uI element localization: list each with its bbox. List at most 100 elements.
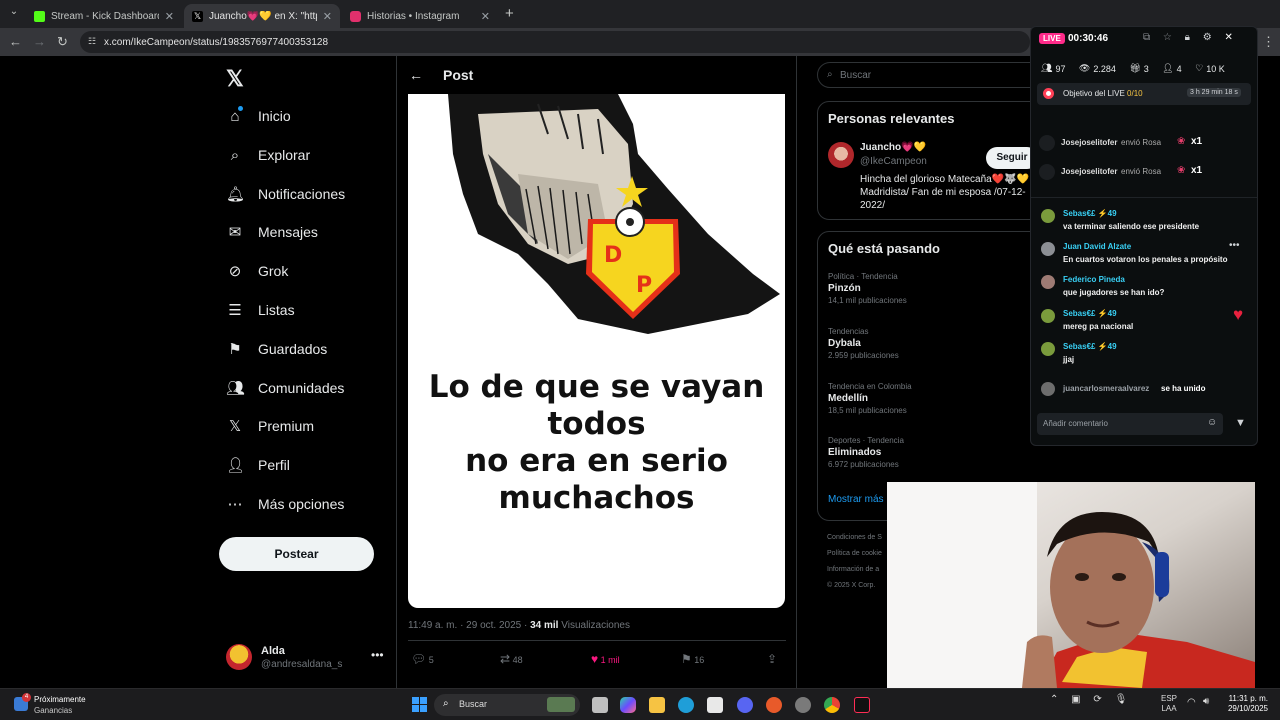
windows-start-icon[interactable] [412, 697, 427, 712]
trend-item[interactable]: Deportes · Tendencia Eliminados 6.972 pu… [828, 436, 904, 469]
like-button[interactable]: ♥ 1 mil [591, 652, 620, 666]
nav-item-premium[interactable]: 𝕏 Premium [226, 412, 314, 440]
reply-button[interactable]: 💬︎ 5 [411, 652, 434, 666]
weather-line1: Próximamente [34, 695, 86, 704]
relevant-people-card: Personas relevantes Juancho💗💛 @IkeCampeo… [817, 101, 1050, 220]
filter-icon[interactable]: ▼ [1235, 417, 1246, 429]
weather-widget[interactable]: 4 Próximamente Ganancias [10, 692, 120, 718]
browser-menu-icon[interactable]: ⋮ [1262, 34, 1275, 50]
tab-list-button[interactable]: ⌄ [6, 6, 22, 22]
nav-item-mas-opciones[interactable]: ⋯ Más opciones [226, 490, 345, 518]
post-button[interactable]: Postear [219, 537, 374, 571]
account-switcher[interactable]: Alda @andresaldana_s ••• [226, 642, 386, 674]
nav-item-inicio[interactable]: ⌂ Inicio [226, 102, 291, 130]
live-timer: 00:30:46 [1068, 33, 1109, 44]
person-bio: Hincha del glorioso Matecaña❤️🐺💛 Madridi… [860, 174, 1030, 211]
app-icon[interactable] [766, 697, 782, 713]
store-icon[interactable] [707, 697, 723, 713]
copilot-icon[interactable] [620, 697, 636, 713]
clock[interactable]: 11:31 p. m. 29/10/2025 [1222, 694, 1268, 714]
taskbar-search[interactable]: ⌕ Buscar [434, 694, 580, 716]
nav-label: Comunidades [258, 380, 345, 396]
trend-item[interactable]: Tendencias Dybala 2.959 publicaciones [828, 327, 899, 360]
volume-icon[interactable]: 🔊︎ [1203, 696, 1209, 707]
tab-x-post[interactable]: 𝕏 Juancho💗💛 en X: "https://t.co ✕ [184, 4, 340, 28]
site-info-icon[interactable]: ☷ [88, 36, 96, 47]
url-field[interactable]: ☷ x.com/IkeCampeon/status/19835769774003… [80, 31, 1030, 53]
file-explorer-icon[interactable] [649, 697, 665, 713]
comment-input[interactable]: Añadir comentario ☺ [1037, 413, 1223, 435]
forward-icon[interactable]: → [33, 34, 46, 49]
avatar[interactable] [828, 142, 854, 168]
x-logo-icon[interactable]: 𝕏 [226, 66, 244, 92]
show-more-link[interactable]: Mostrar más [828, 494, 884, 505]
people-icon: 👥︎ [1041, 63, 1053, 73]
post-column: D P Lo de que se vayan todos no era en s… [397, 56, 797, 688]
new-tab-button[interactable]: + [505, 5, 514, 22]
tab-kick-dashboard[interactable]: Stream - Kick Dashboard ✕ [26, 4, 182, 28]
mail-icon: ✉ [228, 224, 242, 241]
trend-item[interactable]: Política · Tendencia Pinzón 14,1 mil pub… [828, 272, 907, 305]
popout-icon[interactable]: ⧉ [1143, 32, 1150, 43]
tab-instagram[interactable]: Historias • Instagram ✕ [342, 4, 498, 28]
person-name[interactable]: Juancho💗💛 [860, 142, 926, 153]
settings-icon[interactable]: ⚙ [1203, 32, 1212, 43]
chrome-icon[interactable] [824, 697, 840, 713]
trend-count: 18,5 mil publicaciones [828, 406, 907, 415]
tray-app-icon[interactable]: ⟳ [1093, 694, 1101, 705]
meme-line: Lo de que se vayan [428, 369, 765, 405]
tray-app-icon[interactable]: ▣ [1071, 694, 1080, 705]
close-icon[interactable]: ✕ [1225, 32, 1233, 43]
nav-item-comunidades[interactable]: 👥︎ Comunidades [226, 374, 344, 402]
close-icon[interactable]: ✕ [165, 10, 174, 23]
nav-item-mensajes[interactable]: ✉ Mensajes [226, 218, 318, 246]
chevron-up-icon[interactable]: ⌃ [1050, 694, 1058, 705]
reload-icon[interactable]: ↻ [57, 34, 68, 50]
emoji-icon[interactable]: ☺ [1207, 417, 1217, 428]
mic-icon[interactable]: 🎙︎ [1115, 694, 1128, 705]
close-icon[interactable]: ✕ [481, 10, 490, 23]
footer-link[interactable]: Información de a [827, 562, 882, 578]
nav-item-explorar[interactable]: ⌕ Explorar [226, 141, 310, 169]
nav-item-notificaciones[interactable]: 🔔︎ Notificaciones [226, 180, 345, 208]
more-icon[interactable]: ••• [1229, 240, 1240, 251]
nav-item-listas[interactable]: ☰ Listas [226, 296, 294, 324]
gear-app-icon[interactable] [795, 697, 811, 713]
avatar [1039, 135, 1055, 151]
language-indicator[interactable]: ESP LAA [1161, 694, 1177, 714]
nav-item-guardados[interactable]: ⚑ Guardados [226, 335, 327, 363]
likes-stat: ♡ 10 K [1195, 63, 1225, 74]
nav-label: Grok [258, 263, 289, 279]
bookmark-button[interactable]: ⚑ 16 [681, 652, 704, 666]
clock-time: 11:31 p. m. [1228, 694, 1268, 703]
nav-item-perfil[interactable]: 👤︎ Perfil [226, 451, 290, 479]
tiktok-icon[interactable] [854, 697, 870, 713]
close-icon[interactable]: ✕ [323, 10, 332, 23]
footer-link[interactable]: Condiciones de S [827, 530, 882, 546]
post-timestamp[interactable]: 11:49 a. m. · 29 oct. 2025 · [408, 620, 527, 631]
footer-link[interactable]: Política de cookie [827, 546, 882, 562]
wifi-icon[interactable]: ◠ [1187, 697, 1196, 708]
post-image[interactable]: D P Lo de que se vayan todos no era en s… [408, 94, 785, 608]
discord-icon[interactable] [737, 697, 753, 713]
star-icon[interactable]: ☆ [1163, 32, 1172, 43]
trend-item[interactable]: Tendencia en Colombia Medellín 18,5 mil … [828, 382, 912, 415]
back-icon[interactable]: ← [9, 34, 22, 49]
chat-message[interactable]: Sebas€£ ⚡49 va terminar saliendo ese pre… [1039, 209, 1254, 237]
back-arrow-icon[interactable]: ← [409, 67, 423, 83]
search-input[interactable]: ⌕ Buscar [817, 62, 1050, 88]
like-count: 1 mil [600, 655, 620, 665]
edge-icon[interactable] [678, 697, 694, 713]
repost-button[interactable]: ⇄ 48 [500, 652, 523, 666]
more-icon[interactable]: ••• [371, 648, 384, 662]
task-view-icon[interactable] [592, 697, 608, 713]
lock-icon[interactable]: 🔒︎ [1185, 32, 1190, 43]
chat-message[interactable]: Juan David Alzate En cuartos votaron los… [1039, 240, 1254, 270]
nav-item-grok[interactable]: ⊘ Grok [226, 257, 289, 285]
divider [408, 640, 786, 641]
chat-message[interactable]: Sebas€£ ⚡49 jjaj [1039, 342, 1254, 370]
search-icon: ⌕ [827, 69, 833, 80]
chat-message[interactable]: Federico Pineda que jugadores se han ido… [1039, 275, 1254, 303]
chat-message[interactable]: Sebas€£ ⚡49 mereg pa nacional ♥ [1039, 305, 1254, 337]
share-icon[interactable]: ⇪ [767, 652, 777, 666]
